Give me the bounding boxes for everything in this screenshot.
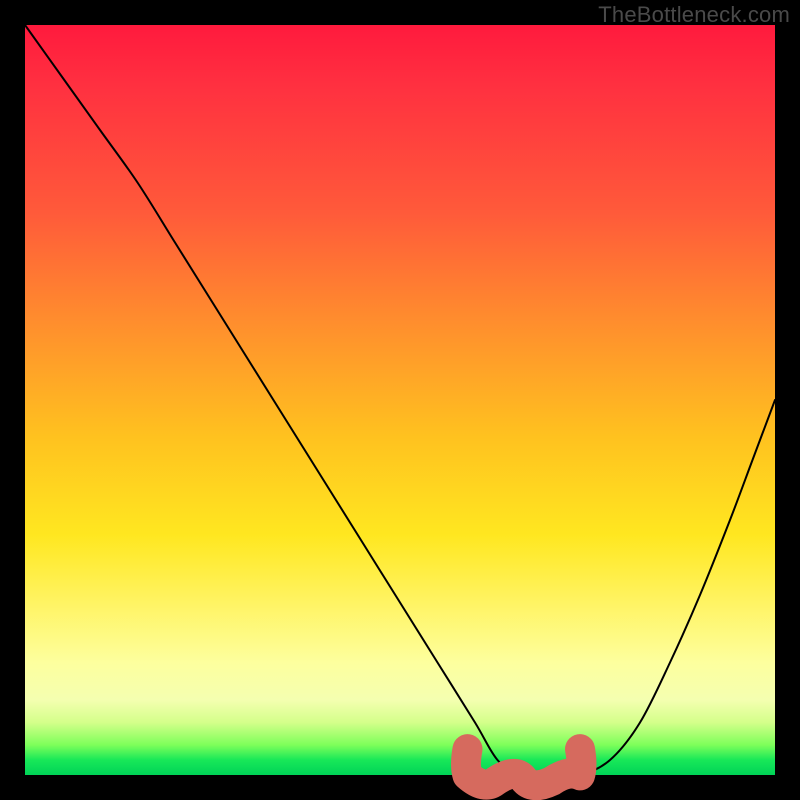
optimal-range-marker [25, 25, 775, 775]
marker-path [466, 749, 582, 785]
chart-frame: TheBottleneck.com [0, 0, 800, 800]
watermark-text: TheBottleneck.com [598, 2, 790, 28]
plot-area [25, 25, 775, 775]
